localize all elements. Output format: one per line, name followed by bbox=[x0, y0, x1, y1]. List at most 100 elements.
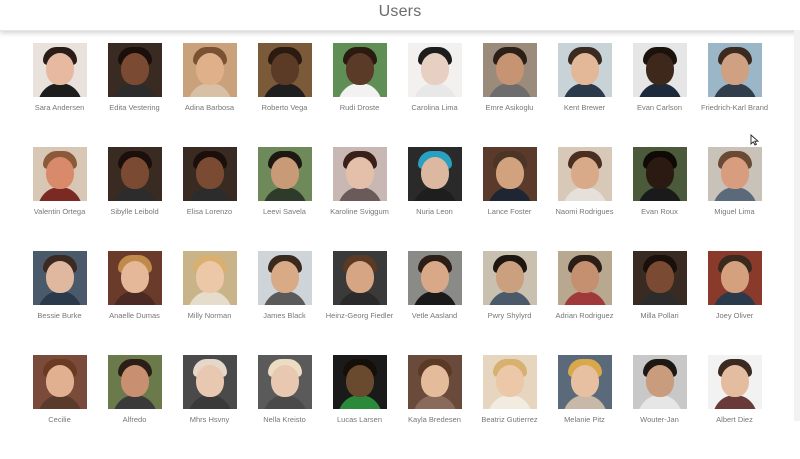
user-avatar[interactable] bbox=[632, 43, 687, 97]
user-card[interactable]: Kent Brewer bbox=[547, 43, 622, 147]
user-avatar[interactable] bbox=[107, 251, 162, 305]
avatar-shoulders bbox=[487, 291, 532, 305]
user-avatar[interactable] bbox=[482, 43, 537, 97]
user-card[interactable]: Alfredo bbox=[97, 355, 172, 459]
user-card[interactable]: Lance Foster bbox=[472, 147, 547, 251]
user-card[interactable]: Cecilie bbox=[22, 355, 97, 459]
user-avatar[interactable] bbox=[32, 147, 87, 201]
user-card[interactable]: Vetle Aasland bbox=[397, 251, 472, 355]
user-name: Karoline Sviggum bbox=[330, 207, 389, 216]
avatar-face bbox=[570, 261, 599, 293]
avatar-shoulders bbox=[637, 291, 682, 305]
user-card[interactable]: Adrian Rodriguez bbox=[547, 251, 622, 355]
user-name: Heinz-Georg Fiedler bbox=[325, 311, 394, 320]
user-avatar[interactable] bbox=[257, 147, 312, 201]
user-avatar[interactable] bbox=[407, 251, 462, 305]
user-card[interactable]: Heinz-Georg Fiedler bbox=[322, 251, 397, 355]
avatar-face bbox=[570, 365, 599, 397]
user-card[interactable]: Lucas Larsen bbox=[322, 355, 397, 459]
user-avatar[interactable] bbox=[332, 251, 387, 305]
user-avatar[interactable] bbox=[257, 355, 312, 409]
user-avatar[interactable] bbox=[557, 43, 612, 97]
user-card[interactable]: Mhrs Hsvny bbox=[172, 355, 247, 459]
user-avatar[interactable] bbox=[407, 43, 462, 97]
user-avatar[interactable] bbox=[557, 147, 612, 201]
user-card[interactable]: Valentin Ortega bbox=[22, 147, 97, 251]
user-avatar[interactable] bbox=[407, 147, 462, 201]
user-avatar[interactable] bbox=[707, 147, 762, 201]
user-card[interactable]: Pwry Shylyrd bbox=[472, 251, 547, 355]
user-card[interactable]: Sara Andersen bbox=[22, 43, 97, 147]
avatar-face bbox=[270, 365, 299, 397]
user-card[interactable]: Anaelle Dumas bbox=[97, 251, 172, 355]
user-avatar[interactable] bbox=[32, 43, 87, 97]
user-avatar[interactable] bbox=[182, 251, 237, 305]
user-card[interactable]: Wouter-Jan bbox=[622, 355, 697, 459]
user-card[interactable]: Edita Vestering bbox=[97, 43, 172, 147]
user-card[interactable]: Beatriz Gutierrez bbox=[472, 355, 547, 459]
user-card[interactable]: Albert Diez bbox=[697, 355, 772, 459]
user-avatar[interactable] bbox=[557, 251, 612, 305]
user-avatar[interactable] bbox=[182, 43, 237, 97]
user-avatar[interactable] bbox=[332, 43, 387, 97]
user-card[interactable]: Evan Carlson bbox=[622, 43, 697, 147]
avatar-face bbox=[495, 53, 524, 85]
user-avatar[interactable] bbox=[632, 355, 687, 409]
user-avatar[interactable] bbox=[182, 147, 237, 201]
user-name: Mhrs Hsvny bbox=[189, 415, 230, 424]
user-avatar[interactable] bbox=[107, 147, 162, 201]
user-avatar[interactable] bbox=[482, 251, 537, 305]
user-card[interactable]: Carolina Lima bbox=[397, 43, 472, 147]
avatar-face bbox=[570, 157, 599, 189]
user-card[interactable]: Roberto Vega bbox=[247, 43, 322, 147]
user-card[interactable]: Evan Roux bbox=[622, 147, 697, 251]
user-avatar[interactable] bbox=[107, 43, 162, 97]
user-avatar[interactable] bbox=[707, 43, 762, 97]
user-card[interactable]: Milla Pollari bbox=[622, 251, 697, 355]
user-card[interactable]: Elisa Lorenzo bbox=[172, 147, 247, 251]
user-card[interactable]: Emre Asikoglu bbox=[472, 43, 547, 147]
user-card[interactable]: Friedrich-Karl Brand bbox=[697, 43, 772, 147]
user-card[interactable]: Karoline Sviggum bbox=[322, 147, 397, 251]
user-name: Sibylle Leibold bbox=[110, 207, 159, 216]
user-card[interactable]: Rudi Droste bbox=[322, 43, 397, 147]
user-avatar[interactable] bbox=[482, 147, 537, 201]
user-avatar[interactable] bbox=[182, 355, 237, 409]
user-card[interactable]: Sibylle Leibold bbox=[97, 147, 172, 251]
user-card[interactable]: Miguel Lima bbox=[697, 147, 772, 251]
user-avatar[interactable] bbox=[407, 355, 462, 409]
user-avatar[interactable] bbox=[32, 355, 87, 409]
user-avatar[interactable] bbox=[32, 251, 87, 305]
user-card[interactable]: Naomi Rodrigues bbox=[547, 147, 622, 251]
scrollbar[interactable] bbox=[794, 30, 800, 421]
user-avatar[interactable] bbox=[257, 251, 312, 305]
user-name: Pwry Shylyrd bbox=[487, 311, 532, 320]
user-name: Adina Barbosa bbox=[184, 103, 235, 112]
user-avatar[interactable] bbox=[482, 355, 537, 409]
user-card[interactable]: Bessie Burke bbox=[22, 251, 97, 355]
page-title: Users bbox=[378, 3, 422, 20]
avatar-shoulders bbox=[487, 395, 532, 409]
user-name: Friedrich-Karl Brand bbox=[700, 103, 769, 112]
user-card[interactable]: Kayla Bredesen bbox=[397, 355, 472, 459]
user-avatar[interactable] bbox=[632, 251, 687, 305]
user-card[interactable]: Milly Norman bbox=[172, 251, 247, 355]
user-card[interactable]: James Black bbox=[247, 251, 322, 355]
user-card[interactable]: Melanie Pitz bbox=[547, 355, 622, 459]
user-avatar[interactable] bbox=[707, 355, 762, 409]
user-card[interactable]: Adina Barbosa bbox=[172, 43, 247, 147]
user-avatar[interactable] bbox=[632, 147, 687, 201]
user-avatar[interactable] bbox=[257, 43, 312, 97]
user-card[interactable]: Nuria Leon bbox=[397, 147, 472, 251]
user-avatar[interactable] bbox=[707, 251, 762, 305]
user-avatar[interactable] bbox=[332, 147, 387, 201]
user-card[interactable]: Leevi Savela bbox=[247, 147, 322, 251]
user-avatar[interactable] bbox=[557, 355, 612, 409]
user-name: Emre Asikoglu bbox=[485, 103, 534, 112]
avatar-shoulders bbox=[112, 291, 157, 305]
user-avatar[interactable] bbox=[107, 355, 162, 409]
user-card[interactable]: Nella Kreisto bbox=[247, 355, 322, 459]
user-avatar[interactable] bbox=[332, 355, 387, 409]
user-name: Leevi Savela bbox=[263, 207, 306, 216]
user-card[interactable]: Joey Oliver bbox=[697, 251, 772, 355]
